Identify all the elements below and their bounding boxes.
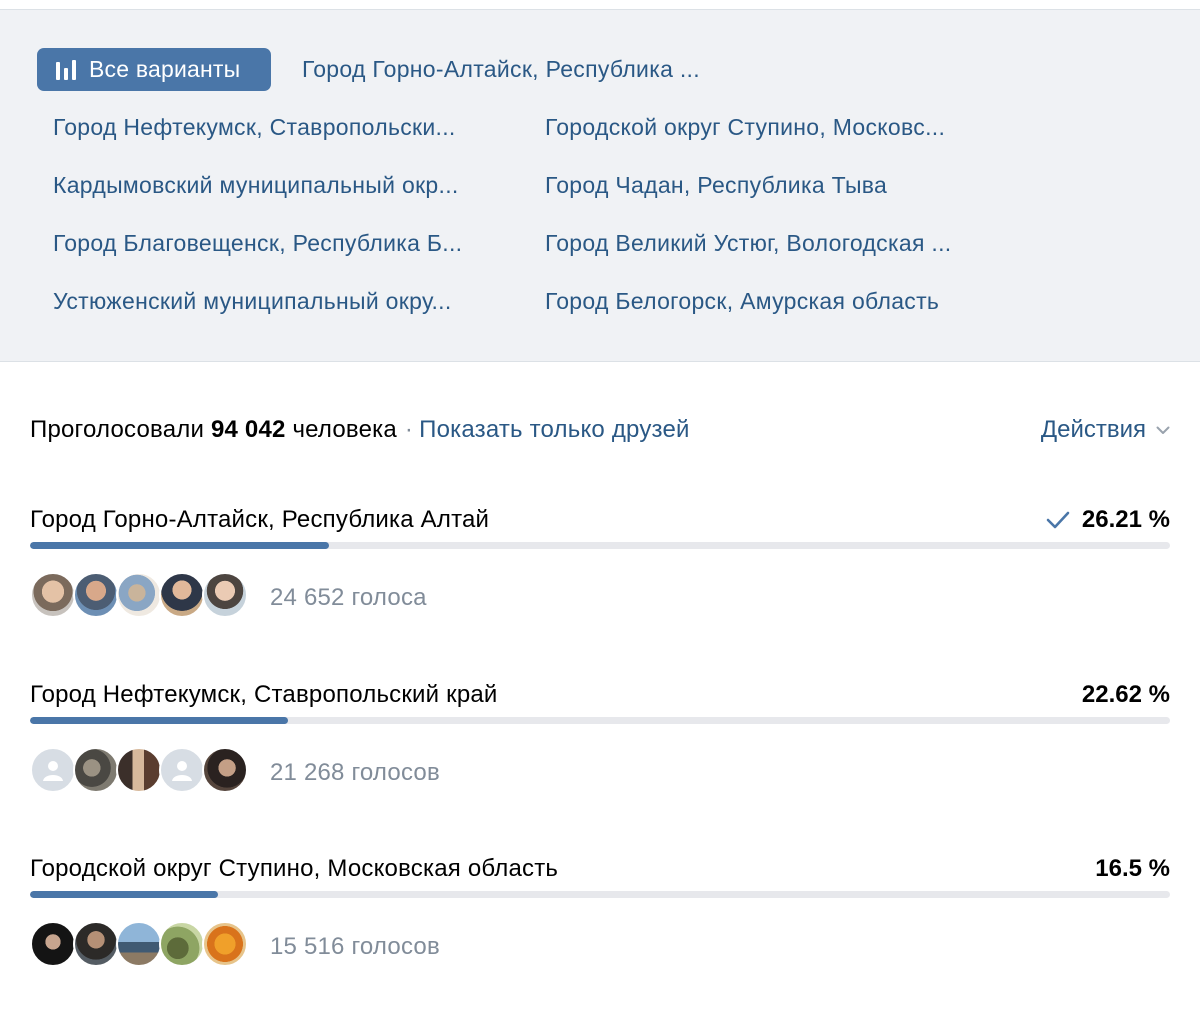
variant-filter-link[interactable]: Город Горно-Алтайск, Республика ...: [302, 56, 700, 83]
voter-avatar[interactable]: [202, 572, 248, 618]
voter-avatar[interactable]: [30, 921, 76, 967]
voter-avatar[interactable]: [73, 572, 119, 618]
option-percent: 22.62 %: [1082, 681, 1170, 709]
option-percent: 16.5 %: [1095, 855, 1170, 883]
option-percent-value: 26.21 %: [1081, 506, 1170, 533]
actions-label: Действия: [1040, 416, 1146, 443]
voter-avatar[interactable]: [30, 747, 76, 793]
variant-filter-link[interactable]: Устюженский муниципальный окру...: [53, 288, 452, 315]
voter-avatar[interactable]: [159, 747, 205, 793]
result-bar-fill: [30, 717, 288, 724]
voter-avatar[interactable]: [116, 921, 162, 967]
option-percent: 26.21 %: [1046, 506, 1170, 534]
user-placeholder-icon: [43, 761, 63, 781]
voter-avatars: [30, 921, 248, 967]
variant-filter-panel: Все варианты Город Горно-Алтайск, Респуб…: [0, 10, 1200, 362]
poll-option: Город Нефтекумск, Ставропольский край 22…: [30, 681, 1170, 841]
chevron-down-icon: [1156, 423, 1170, 437]
variant-filter-link[interactable]: Кардымовский муниципальный окр...: [53, 172, 459, 199]
voter-avatars: [30, 747, 248, 793]
vote-count[interactable]: 21 268 голосов: [270, 759, 440, 787]
variant-filter-link[interactable]: Городской округ Ступино, Московс...: [545, 114, 945, 141]
variant-filter-link[interactable]: Город Белогорск, Амурская область: [545, 288, 939, 315]
user-placeholder-icon: [172, 761, 192, 781]
voter-avatar[interactable]: [73, 747, 119, 793]
option-title: Город Нефтекумск, Ставропольский край: [30, 681, 498, 708]
show-friends-only-link[interactable]: Показать только друзей: [419, 416, 690, 443]
bar-chart-icon: [56, 59, 76, 80]
actions-dropdown[interactable]: Действия: [1041, 416, 1170, 444]
voter-avatar[interactable]: [30, 572, 76, 618]
voter-avatar[interactable]: [159, 572, 205, 618]
voter-avatar[interactable]: [159, 921, 205, 967]
vote-count[interactable]: 15 516 голосов: [270, 933, 440, 961]
summary-prefix: Проголосовали: [30, 416, 205, 443]
variant-filter-link[interactable]: Город Великий Устюг, Вологодская ...: [545, 230, 951, 257]
vote-count[interactable]: 24 652 голоса: [270, 584, 427, 612]
result-bar-fill: [30, 542, 329, 549]
summary-suffix: человека: [292, 416, 397, 443]
option-title: Город Горно-Алтайск, Республика Алтай: [30, 506, 490, 533]
result-bar: [30, 542, 1170, 549]
variant-filter-link[interactable]: Город Нефтекумск, Ставропольски...: [53, 114, 456, 141]
result-bar-fill: [30, 891, 219, 898]
checkmark-icon: [1046, 511, 1070, 529]
summary-separator: ·: [404, 416, 414, 443]
voter-avatar[interactable]: [116, 747, 162, 793]
voter-avatar[interactable]: [202, 747, 248, 793]
voter-avatar[interactable]: [116, 572, 162, 618]
vote-summary: Проголосовали 94 042 человека · Показать т…: [30, 416, 690, 444]
variant-filter-link[interactable]: Город Благовещенск, Республика Б...: [53, 230, 462, 257]
all-variants-button[interactable]: Все варианты: [37, 48, 271, 91]
voter-avatar[interactable]: [202, 921, 248, 967]
poll-option: Городской округ Ступино, Московская обла…: [30, 855, 1170, 1015]
result-bar: [30, 717, 1170, 724]
option-title: Городской округ Ступино, Московская обла…: [30, 855, 559, 882]
option-percent-value: 16.5 %: [1095, 855, 1170, 882]
option-percent-value: 22.62 %: [1081, 681, 1170, 708]
voter-avatar[interactable]: [73, 921, 119, 967]
total-votes-count: 94 042: [210, 416, 286, 443]
all-variants-label: Все варианты: [89, 56, 241, 82]
result-bar: [30, 891, 1170, 898]
variant-filter-link[interactable]: Город Чадан, Республика Тыва: [545, 172, 887, 199]
voter-avatars: [30, 572, 248, 618]
poll-option: Город Горно-Алтайск, Республика Алтай 26…: [30, 506, 1170, 666]
